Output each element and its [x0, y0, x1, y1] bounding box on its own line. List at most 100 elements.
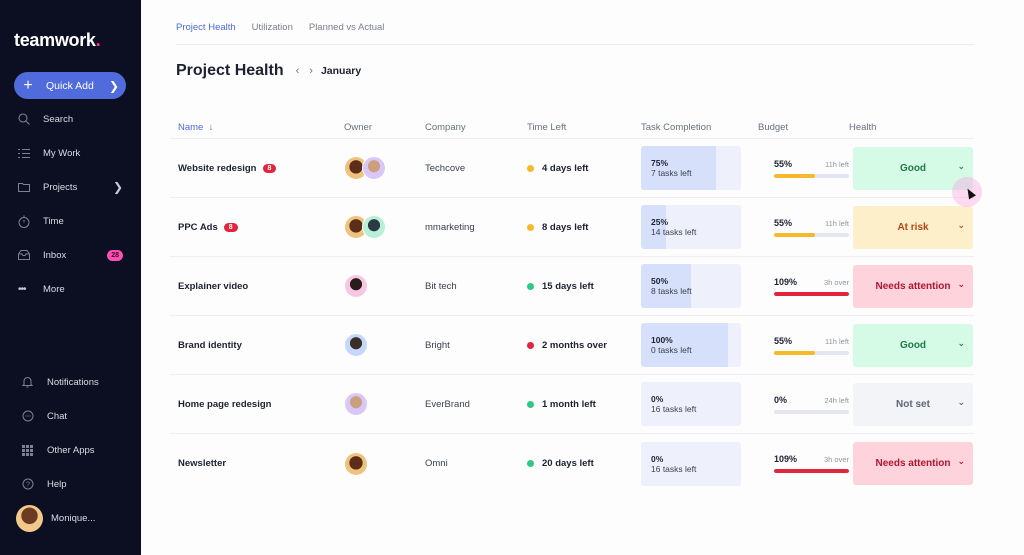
task-completion-cell: 100% 0 tasks left [641, 323, 758, 367]
project-name[interactable]: Home page redesign [178, 399, 271, 410]
list-check-icon [18, 148, 40, 159]
chevron-down-icon: ⌄ [957, 160, 965, 171]
task-percent: 50% [651, 276, 669, 286]
table-row[interactable]: Explainer video Bit tech 15 days left 50… [170, 257, 974, 316]
health-status-label: Needs attention [875, 280, 951, 292]
sidebar-item-label: Search [43, 113, 74, 125]
chevron-right-icon[interactable]: › [309, 65, 313, 77]
budget-bar [774, 173, 849, 178]
status-dot-icon [527, 223, 534, 231]
health-status-dropdown[interactable]: Good ⌄ [853, 323, 973, 367]
project-name-cell[interactable]: Newsletter [170, 458, 344, 469]
budget-fill [774, 291, 849, 296]
time-left-cell: 2 months over [527, 340, 641, 351]
project-name[interactable]: Brand identity [178, 340, 242, 351]
table-row[interactable]: Home page redesign EverBrand 1 month lef… [170, 375, 974, 434]
column-header-time-left[interactable]: Time Left [527, 122, 641, 133]
chevron-down-icon: ⌄ [957, 337, 965, 348]
app: teamwork. + Quick Add ❯ Search My Work P… [0, 0, 1024, 555]
company-cell: Omni [425, 458, 448, 469]
time-left-text: 8 days left [542, 221, 589, 233]
project-name[interactable]: Explainer video [178, 281, 248, 292]
sidebar-item-label: Help [47, 478, 67, 490]
budget-cell: 55% 11h left [758, 159, 849, 178]
owner-cell [344, 451, 425, 476]
column-header-owner[interactable]: Owner [344, 122, 425, 133]
budget-percent: 55% [774, 158, 793, 169]
time-left-text: 1 month left [542, 398, 596, 410]
health-status-dropdown[interactable]: Needs attention ⌄ [853, 264, 973, 308]
sidebar-item-help[interactable]: ? Help [22, 474, 127, 494]
project-name-cell[interactable]: Explainer video [170, 281, 344, 292]
table-row[interactable]: Brand identity Bright 2 months over 100%… [170, 316, 974, 375]
column-header-budget[interactable]: Budget [758, 122, 849, 133]
sidebar-item-chat[interactable]: Chat [22, 406, 127, 426]
owner-avatar[interactable] [362, 156, 386, 180]
company-cell: Bit tech [425, 280, 457, 292]
sidebar-item-inbox[interactable]: Inbox 28 [18, 245, 123, 265]
budget-percent: 55% [774, 217, 793, 228]
help-icon: ? [22, 478, 44, 490]
status-dot-icon [527, 282, 534, 290]
sidebar-item-time[interactable]: Time [18, 211, 123, 231]
column-header-task-completion[interactable]: Task Completion [641, 122, 758, 133]
project-name-cell[interactable]: Website redesign 8 [170, 163, 344, 174]
task-completion-bar: 25% 14 tasks left [641, 205, 741, 249]
health-status-dropdown[interactable]: Not set ⌄ [853, 382, 973, 426]
sidebar-item-notifications[interactable]: Notifications [22, 372, 127, 392]
tab-planned-vs-actual[interactable]: Planned vs Actual [309, 22, 385, 44]
logo-text: teamwork [14, 30, 96, 50]
time-left-text: 4 days left [542, 162, 589, 174]
sidebar-item-search[interactable]: Search [18, 109, 123, 129]
owner-avatar[interactable] [344, 392, 368, 416]
column-header-name[interactable]: Name ↓ [170, 122, 344, 133]
project-name-cell[interactable]: Brand identity [170, 340, 344, 351]
project-name[interactable]: Newsletter [178, 458, 226, 469]
sidebar-item-my-work[interactable]: My Work [18, 143, 123, 163]
budget-cell: 0% 24h left [758, 395, 849, 414]
sidebar-item-label: Time [43, 215, 64, 227]
chevron-left-icon[interactable]: ‹ [296, 65, 300, 77]
tasks-left: 7 tasks left [651, 168, 692, 179]
table-row[interactable]: Website redesign 8 Techcove 4 days left 7… [170, 139, 974, 198]
tab-project-health[interactable]: Project Health [176, 22, 236, 44]
budget-bar [774, 232, 849, 237]
company-cell: Techcove [425, 162, 466, 174]
project-name-cell[interactable]: PPC Ads 8 [170, 222, 344, 233]
column-header-company[interactable]: Company [425, 122, 527, 133]
sidebar-item-more[interactable]: ••• More [18, 279, 123, 299]
project-name-cell[interactable]: Home page redesign [170, 399, 344, 410]
table-header: Name ↓ Owner Company Time Left Task Comp… [170, 116, 974, 139]
teamwork-logo[interactable]: teamwork. [14, 30, 111, 51]
quick-add-button[interactable]: + Quick Add ❯ [14, 72, 126, 99]
column-header-health[interactable]: Health [849, 122, 974, 133]
health-cell: Good ⌄ [849, 323, 974, 367]
project-name[interactable]: Website redesign [178, 163, 257, 174]
health-status-label: Needs attention [875, 458, 951, 469]
tasks-left: 8 tasks left [651, 286, 692, 297]
stopwatch-icon [18, 215, 40, 228]
user-profile[interactable]: Monique... [16, 505, 95, 532]
sidebar-item-projects[interactable]: Projects ❯ [18, 177, 123, 197]
health-status-label: Good [899, 339, 927, 351]
table-row[interactable]: Newsletter Omni 20 days left 0% 16 tasks … [170, 434, 974, 493]
sidebar-item-other-apps[interactable]: Other Apps [22, 440, 127, 460]
health-status-label: At risk [897, 221, 929, 233]
health-status-dropdown[interactable]: At risk ⌄ [853, 205, 973, 249]
table-row[interactable]: PPC Ads 8 mmarketing 8 days left 25% 14 ta… [170, 198, 974, 257]
sidebar-item-label: More [43, 283, 65, 295]
tasks-left: 16 tasks left [651, 463, 697, 474]
owner-avatar[interactable] [344, 274, 368, 298]
owner-avatar[interactable] [344, 451, 368, 476]
logo-dot: . [95, 30, 101, 50]
budget-fill [774, 469, 849, 473]
company-cell: EverBrand [425, 398, 470, 410]
owner-avatar[interactable] [362, 215, 386, 239]
health-cell: Not set ⌄ [849, 382, 974, 426]
health-status-dropdown[interactable]: Needs attention ⌄ [853, 442, 973, 485]
project-name[interactable]: PPC Ads [178, 222, 218, 233]
tab-utilization[interactable]: Utilization [252, 22, 293, 44]
budget-note: 24h left [824, 395, 849, 405]
time-left-cell: 1 month left [527, 399, 641, 410]
owner-avatar[interactable] [344, 333, 368, 357]
